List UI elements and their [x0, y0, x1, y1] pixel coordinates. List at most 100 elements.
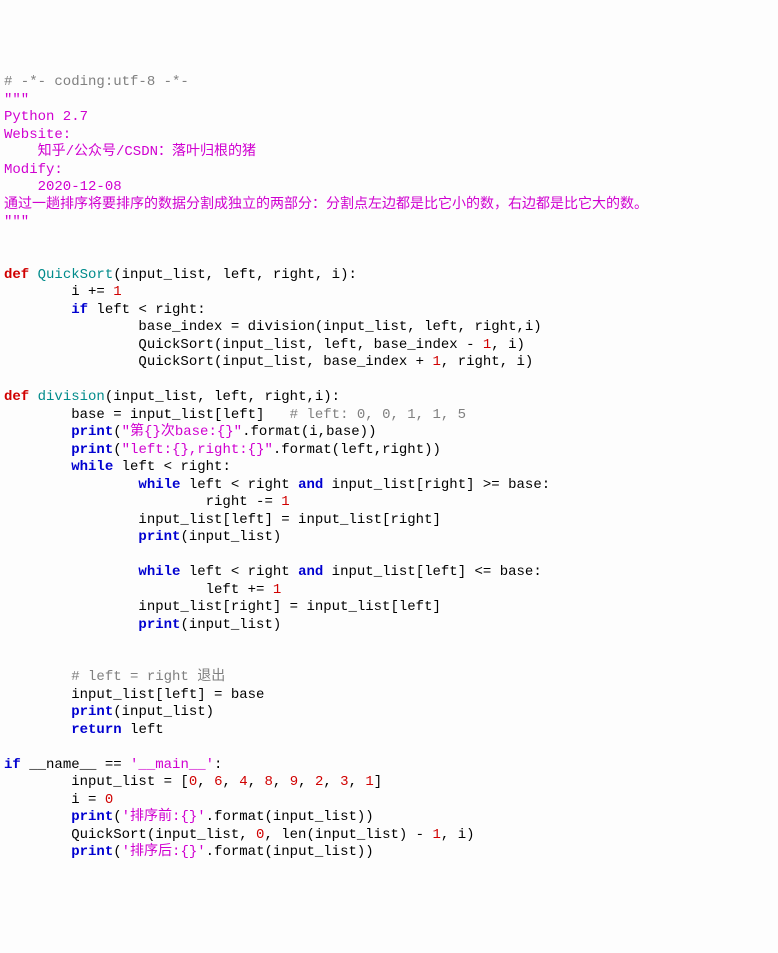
code-token: : — [214, 757, 222, 773]
code-token: , right, i) — [441, 354, 533, 370]
code-token: Website: — [4, 127, 71, 143]
code-line: print(input_list) — [4, 617, 774, 635]
code-line: base_index = division(input_list, left, … — [4, 319, 774, 337]
code-token: 1 — [113, 284, 121, 300]
code-line: if __name__ == '__main__': — [4, 757, 774, 775]
code-token — [4, 617, 138, 633]
code-token: '排序后:{}' — [122, 844, 206, 860]
code-line: print('排序前:{}'.format(input_list)) — [4, 809, 774, 827]
code-token: 1 — [365, 774, 373, 790]
code-line: input_list[left] = base — [4, 687, 774, 705]
code-token: right -= — [4, 494, 281, 510]
code-line: # left = right 退出 — [4, 669, 774, 687]
code-token: 0 — [189, 774, 197, 790]
code-line: print("left:{},right:{}".format(left,rig… — [4, 442, 774, 460]
code-token: base = input_list[left] — [4, 407, 290, 423]
code-line: if left < right: — [4, 302, 774, 320]
code-token: input_list = [ — [4, 774, 189, 790]
code-line: def QuickSort(input_list, left, right, i… — [4, 267, 774, 285]
code-token: , len(input_list) - — [264, 827, 432, 843]
code-token: if — [4, 757, 21, 773]
code-line: print('排序后:{}'.format(input_list)) — [4, 844, 774, 862]
code-token: Python 2.7 — [4, 109, 88, 125]
code-token: division — [38, 389, 105, 405]
code-token: (input_list) — [180, 617, 281, 633]
code-token: i += — [4, 284, 113, 300]
code-line — [4, 547, 774, 565]
code-line: left += 1 — [4, 582, 774, 600]
code-token: left += — [4, 582, 273, 598]
code-token: __name__ == — [21, 757, 130, 773]
code-token: # left: 0, 0, 1, 1, 5 — [290, 407, 466, 423]
code-line: Python 2.7 — [4, 109, 774, 127]
code-token — [4, 722, 71, 738]
python-code-block: # -*- coding:utf-8 -*-"""Python 2.7Websi… — [4, 74, 774, 862]
code-token: "left:{},right:{}" — [122, 442, 273, 458]
code-token: left < right: — [113, 459, 231, 475]
code-token: input_list[left] = input_list[right] — [4, 512, 441, 528]
code-token: print — [71, 809, 113, 825]
code-token: ( — [113, 424, 121, 440]
code-token — [4, 809, 71, 825]
code-token: 0 — [256, 827, 264, 843]
code-line — [4, 232, 774, 250]
code-line: right -= 1 — [4, 494, 774, 512]
code-token — [4, 477, 138, 493]
code-token: 2020-12-08 — [4, 179, 122, 195]
code-token: input_list[left] <= base: — [323, 564, 541, 580]
code-token: print — [71, 442, 113, 458]
code-token: 知乎/公众号/CSDN：落叶归根的猪 — [4, 144, 256, 160]
code-token: "第{}次base:{}" — [122, 424, 242, 440]
code-token: (input_list, left, right,i): — [105, 389, 340, 405]
code-line: while left < right: — [4, 459, 774, 477]
code-token: QuickSort(input_list, left, base_index - — [4, 337, 483, 353]
code-token: print — [71, 424, 113, 440]
code-line — [4, 652, 774, 670]
code-token: and — [298, 477, 323, 493]
code-token: while — [71, 459, 113, 475]
code-token: QuickSort — [38, 267, 114, 283]
code-line: return left — [4, 722, 774, 740]
code-line: 2020-12-08 — [4, 179, 774, 197]
code-token: input_list[left] = base — [4, 687, 264, 703]
code-token: , — [197, 774, 214, 790]
code-token: i = — [4, 792, 105, 808]
code-token: """ — [4, 92, 29, 108]
code-line: 通过一趟排序将要排序的数据分割成独立的两部分：分割点左边都是比它小的数，右边都是… — [4, 197, 774, 215]
code-token: and — [298, 564, 323, 580]
code-token: 通过一趟排序将要排序的数据分割成独立的两部分：分割点左边都是比它小的数，右边都是… — [4, 197, 648, 213]
code-token: def — [4, 389, 29, 405]
code-token: print — [138, 529, 180, 545]
code-token: 0 — [105, 792, 113, 808]
code-line: while left < right and input_list[right]… — [4, 477, 774, 495]
code-token — [4, 424, 71, 440]
code-token: ( — [113, 844, 121, 860]
code-token — [29, 267, 37, 283]
code-token: left — [122, 722, 164, 738]
code-line: """ — [4, 214, 774, 232]
code-line: input_list[left] = input_list[right] — [4, 512, 774, 530]
code-token — [4, 669, 71, 685]
code-token: , — [349, 774, 366, 790]
code-token: .format(i,base)) — [242, 424, 376, 440]
code-line: input_list[right] = input_list[left] — [4, 599, 774, 617]
code-line: i = 0 — [4, 792, 774, 810]
code-token: QuickSort(input_list, — [4, 827, 256, 843]
code-token: 8 — [265, 774, 273, 790]
code-token: """ — [4, 214, 29, 230]
code-line: while left < right and input_list[left] … — [4, 564, 774, 582]
code-token: 3 — [340, 774, 348, 790]
code-token: 4 — [239, 774, 247, 790]
code-token — [4, 564, 138, 580]
code-line — [4, 634, 774, 652]
code-token: left < right — [180, 564, 298, 580]
code-token: input_list[right] >= base: — [323, 477, 550, 493]
code-token: 1 — [432, 827, 440, 843]
code-token: print — [71, 704, 113, 720]
code-token — [4, 529, 138, 545]
code-line: print(input_list) — [4, 529, 774, 547]
code-line: print(input_list) — [4, 704, 774, 722]
code-line — [4, 739, 774, 757]
code-token: left < right: — [88, 302, 206, 318]
code-token: input_list[right] = input_list[left] — [4, 599, 441, 615]
